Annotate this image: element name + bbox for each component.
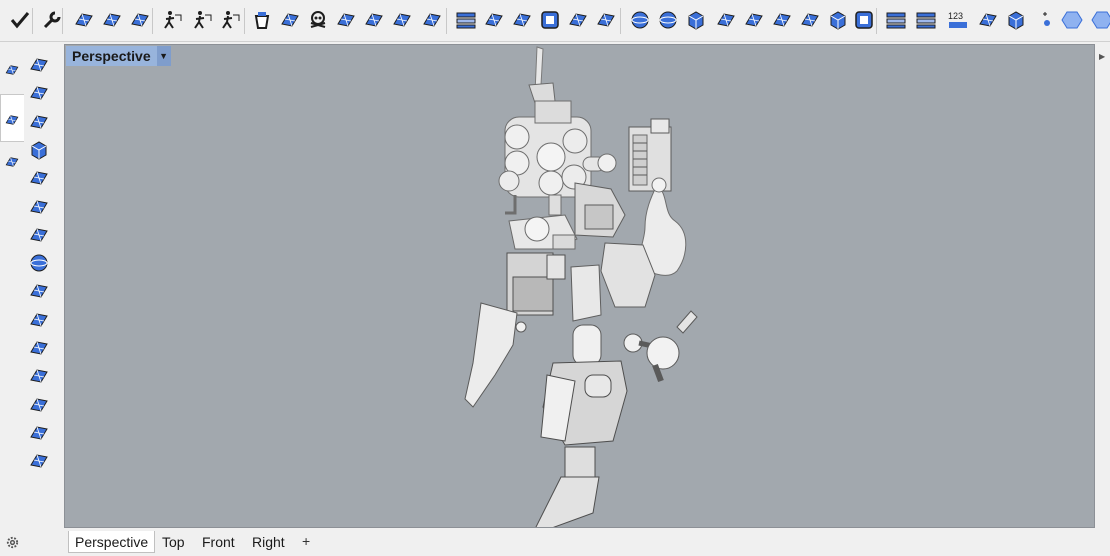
blend-icon[interactable] (770, 7, 794, 33)
model-blade (464, 302, 527, 408)
toolbar-separator (152, 8, 153, 34)
chevron-down-icon[interactable]: ▼ (156, 46, 171, 66)
tab-right[interactable]: Right (246, 531, 291, 553)
cube-face-icon[interactable] (826, 7, 850, 33)
rhino-window: 123 Perspective ▼ ▶ Perspective Top Fron… (0, 0, 1110, 556)
split-icon[interactable] (798, 7, 822, 33)
sphere-icon[interactable] (656, 7, 680, 33)
walk-person-3-icon[interactable] (218, 7, 242, 33)
toolbar-separator (620, 8, 621, 34)
model-antenna (528, 46, 556, 104)
left-toolbar (24, 46, 54, 476)
cylinder-icon[interactable] (26, 165, 52, 191)
model-leg (535, 446, 600, 527)
hexagon-2-icon[interactable] (1090, 7, 1110, 33)
point-icon[interactable] (1034, 7, 1058, 33)
gear-icon[interactable] (5, 535, 20, 550)
analyze-icon[interactable] (742, 7, 766, 33)
wrench-icon[interactable] (40, 7, 64, 33)
dimension-2-icon[interactable] (914, 7, 938, 33)
toolbar-separator (876, 8, 877, 34)
toolbar-separator (446, 8, 447, 34)
outline-square-icon[interactable] (852, 7, 876, 33)
cube-icon[interactable] (684, 7, 708, 33)
truncated-cone-icon[interactable] (26, 222, 52, 248)
plane-icon[interactable] (26, 109, 52, 135)
skull-icon[interactable] (306, 7, 330, 33)
surface-patch-icon[interactable] (482, 7, 506, 33)
polyline-icon[interactable] (26, 52, 52, 78)
surface-patch-icon[interactable] (26, 363, 52, 389)
network-surface-icon[interactable] (594, 7, 618, 33)
hexagon-icon[interactable] (1060, 7, 1084, 33)
axis-icon[interactable] (362, 7, 386, 33)
model-skirt-plates (570, 242, 656, 322)
perspective-viewport[interactable]: Perspective ▼ (64, 44, 1095, 528)
walk-person-icon[interactable] (160, 7, 184, 33)
toolbar-separator (32, 8, 33, 34)
number-text-icon[interactable]: 123 (946, 7, 970, 33)
walk-person-2-icon[interactable] (190, 7, 214, 33)
grid-snap-icon[interactable] (72, 7, 96, 33)
surface-grid-icon[interactable] (390, 7, 414, 33)
shrink-icon[interactable] (26, 392, 52, 418)
dimension-icon[interactable] (884, 7, 908, 33)
checkmark-icon[interactable] (8, 7, 32, 33)
extrude-surface-icon[interactable] (26, 420, 52, 446)
tab-perspective[interactable]: Perspective (68, 531, 156, 553)
sidebar-tab-strip (0, 46, 26, 556)
rectangle-points-icon[interactable] (26, 80, 52, 106)
boolean-icon[interactable] (976, 7, 1000, 33)
viewport-title[interactable]: Perspective (72, 48, 151, 64)
cage-icon[interactable] (26, 448, 52, 474)
ellipse-hat-icon[interactable] (628, 7, 652, 33)
angle-icon[interactable] (420, 7, 444, 33)
toolbar-separator (62, 8, 63, 34)
solid-box-icon[interactable] (1004, 7, 1028, 33)
small-points-icon[interactable] (2, 108, 22, 132)
surface-tab-icon[interactable] (2, 58, 22, 82)
extrude-icon[interactable] (714, 7, 738, 33)
toolbar-separator (244, 8, 245, 34)
material-sphere-icon[interactable] (100, 7, 124, 33)
sphere-icon[interactable] (26, 250, 52, 276)
cone-icon[interactable] (26, 194, 52, 220)
hourglass-icon[interactable] (334, 7, 358, 33)
ellipsoid-icon[interactable] (26, 278, 52, 304)
bucket-icon[interactable] (250, 7, 274, 33)
model-left-arm (506, 252, 566, 316)
model-render[interactable] (65, 45, 1095, 528)
pipe-icon[interactable] (26, 335, 52, 361)
expand-arrow-icon[interactable]: ▶ (1099, 52, 1105, 61)
model-lower-body (540, 324, 628, 446)
tab-top[interactable]: Top (156, 531, 191, 553)
model-pin (676, 310, 698, 334)
transform-tab-icon[interactable] (2, 150, 22, 174)
surface-edit-icon[interactable] (278, 7, 302, 33)
svg-text:123: 123 (948, 11, 963, 21)
viewport-title-bar[interactable]: Perspective ▼ (66, 46, 171, 66)
tab-front[interactable]: Front (196, 531, 241, 553)
move-points-icon[interactable] (510, 7, 534, 33)
box-icon[interactable] (26, 137, 52, 163)
rounded-square-icon[interactable] (538, 7, 562, 33)
grid-plane-icon[interactable] (128, 7, 152, 33)
torus-icon[interactable] (26, 307, 52, 333)
right-panel-strip (1095, 44, 1110, 528)
rebuild-icon[interactable] (566, 7, 590, 33)
add-viewport-icon[interactable]: + (302, 533, 310, 549)
layers-icon[interactable] (454, 7, 478, 33)
main-toolbar: 123 (0, 0, 1110, 42)
model-joints (623, 333, 680, 383)
